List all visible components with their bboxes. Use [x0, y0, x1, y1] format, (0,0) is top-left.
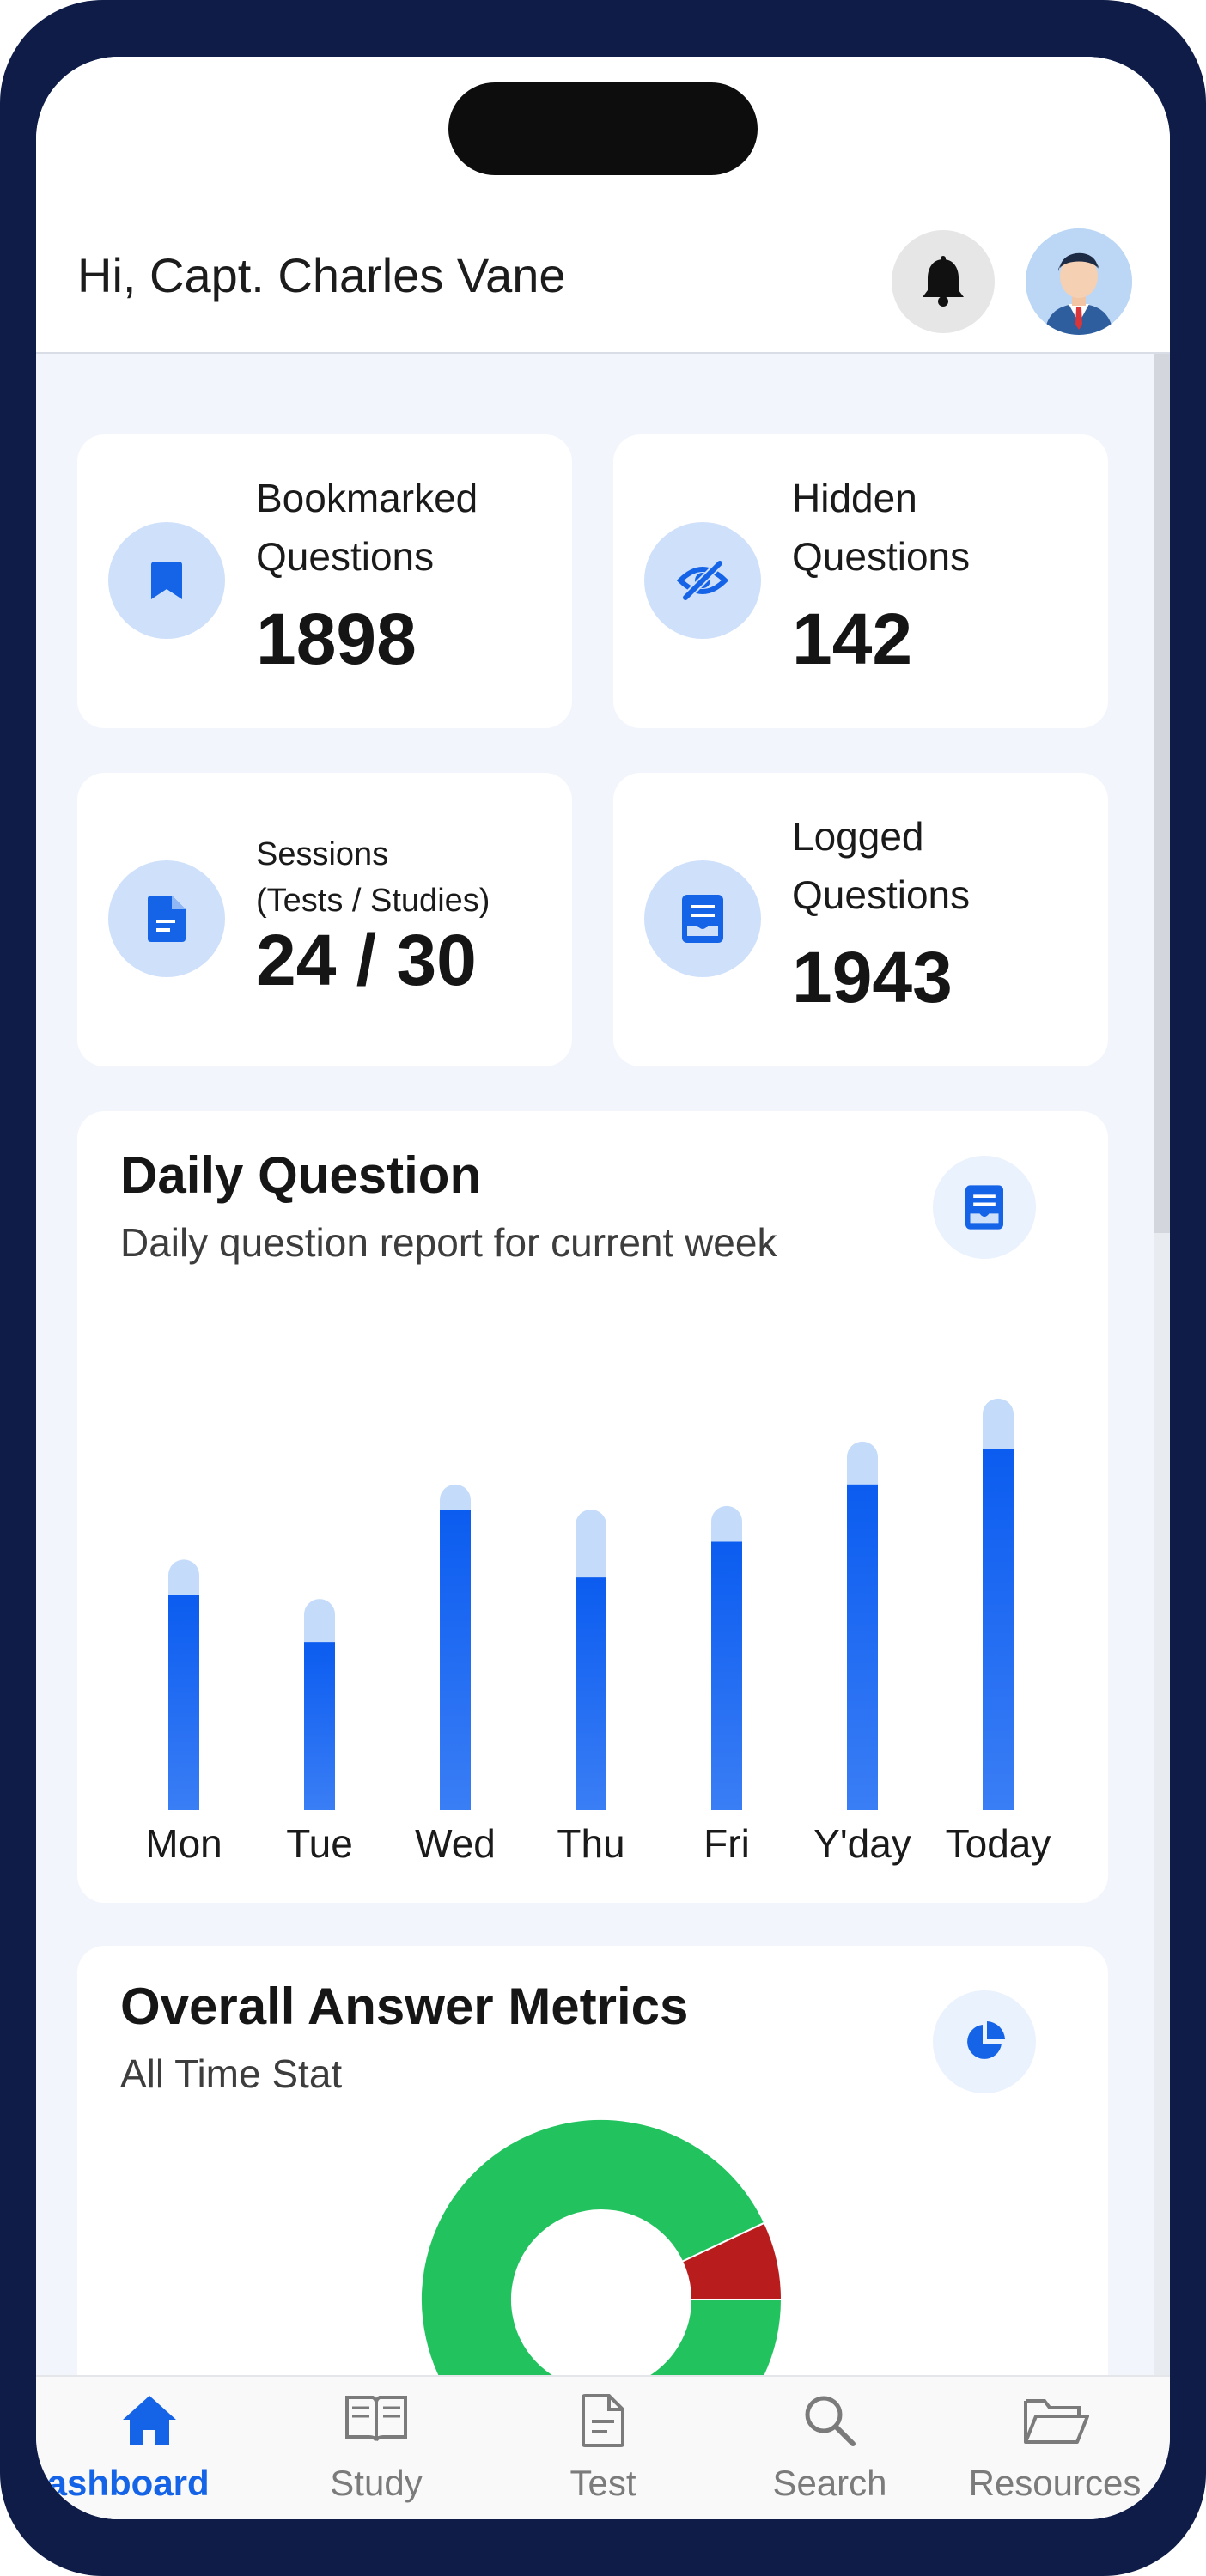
stat-label-line2: Questions	[792, 872, 971, 917]
stat-label-line2: Questions	[256, 534, 435, 579]
document-icon	[582, 2394, 624, 2447]
stat-card-bookmarked[interactable]: Bookmarked Questions 1898	[77, 434, 572, 728]
stat-label-line2: Questions	[792, 534, 971, 579]
stat-label: Bookmarked Questions	[256, 469, 478, 586]
metrics-chart-button[interactable]	[933, 1990, 1036, 2093]
stat-icon-circle	[108, 860, 225, 977]
bar-label: Wed	[415, 1821, 496, 1866]
bar-value	[168, 1595, 199, 1810]
stat-label-line1: Bookmarked	[256, 476, 478, 520]
bookmark-icon	[151, 562, 182, 599]
scrollbar-thumb[interactable]	[1154, 354, 1170, 1233]
bar-value	[304, 1642, 335, 1810]
answer-metrics-title: Overall Answer Metrics	[120, 1978, 689, 2035]
bottom-tab-bar: Dashboard Study Test Search Resources	[36, 2375, 1170, 2519]
bar-value	[440, 1510, 471, 1810]
bar-label: Y'day	[813, 1821, 911, 1866]
stat-card-sessions[interactable]: Sessions (Tests / Studies) 24 / 30	[77, 773, 572, 1066]
user-avatar[interactable]	[1026, 228, 1132, 335]
bar-label: Tue	[286, 1821, 353, 1866]
stat-card-logged[interactable]: Logged Questions 1943	[613, 773, 1108, 1066]
bar-value	[711, 1541, 742, 1810]
bar-label: Mon	[145, 1821, 222, 1866]
stat-label: Hidden Questions	[792, 469, 970, 586]
stat-icon-circle	[108, 522, 225, 639]
book-icon	[345, 2396, 407, 2442]
stat-label-line1: Hidden	[792, 476, 917, 520]
stat-label: Logged Questions	[792, 807, 970, 924]
tab-label: Search	[772, 2463, 887, 2503]
tab-study[interactable]: Study	[263, 2377, 490, 2519]
folder-icon	[1024, 2399, 1089, 2444]
stat-icon-circle	[644, 522, 761, 639]
tab-dashboard[interactable]: Dashboard	[36, 2377, 263, 2519]
stat-label-line1: Sessions	[256, 836, 389, 872]
stat-value: 1943	[792, 937, 953, 1018]
tab-label: Study	[330, 2463, 423, 2503]
bell-icon	[923, 256, 964, 307]
log-icon	[682, 895, 723, 943]
bar-label: Today	[945, 1821, 1051, 1866]
tab-search[interactable]: Search	[716, 2377, 943, 2519]
stat-value: 1898	[256, 598, 417, 679]
search-icon	[805, 2396, 856, 2446]
stat-label-line2: (Tests / Studies)	[256, 883, 490, 919]
avatar-icon	[1026, 228, 1132, 335]
stat-label: Sessions (Tests / Studies)	[256, 831, 490, 924]
notifications-button[interactable]	[892, 230, 995, 333]
bar-label: Thu	[557, 1821, 625, 1866]
greeting-text: Hi, Capt. Charles Vane	[77, 248, 566, 302]
bar-value	[576, 1577, 606, 1810]
stat-card-hidden[interactable]: Hidden Questions 142	[613, 434, 1108, 728]
stat-icon-circle	[644, 860, 761, 977]
answer-metrics-subtitle: All Time Stat	[120, 2051, 343, 2096]
bar-value	[847, 1484, 878, 1810]
tab-resources[interactable]: Resources	[943, 2377, 1170, 2519]
home-icon	[123, 2396, 176, 2445]
pie-chart-icon	[967, 2021, 1005, 2059]
document-icon	[148, 896, 186, 942]
app-screen: Hi, Capt. Charles Vane Bookmarked Questi…	[36, 57, 1170, 2519]
eye-off-icon	[677, 560, 728, 601]
tab-label: Test	[570, 2463, 636, 2503]
tab-test[interactable]: Test	[490, 2377, 716, 2519]
device-frame: Hi, Capt. Charles Vane Bookmarked Questi…	[0, 0, 1206, 2576]
daily-question-card: Daily Question Daily question report for…	[77, 1111, 1108, 1903]
stat-label-line1: Logged	[792, 814, 924, 859]
stat-value: 24 / 30	[256, 920, 477, 1000]
bar-label: Fri	[704, 1821, 750, 1866]
tab-label: Dashboard	[36, 2463, 210, 2503]
bar-value	[983, 1449, 1014, 1810]
daily-question-chart	[168, 1398, 1014, 1810]
stat-value: 142	[792, 598, 913, 679]
camera-notch	[448, 82, 758, 175]
tab-label: Resources	[968, 2463, 1142, 2503]
